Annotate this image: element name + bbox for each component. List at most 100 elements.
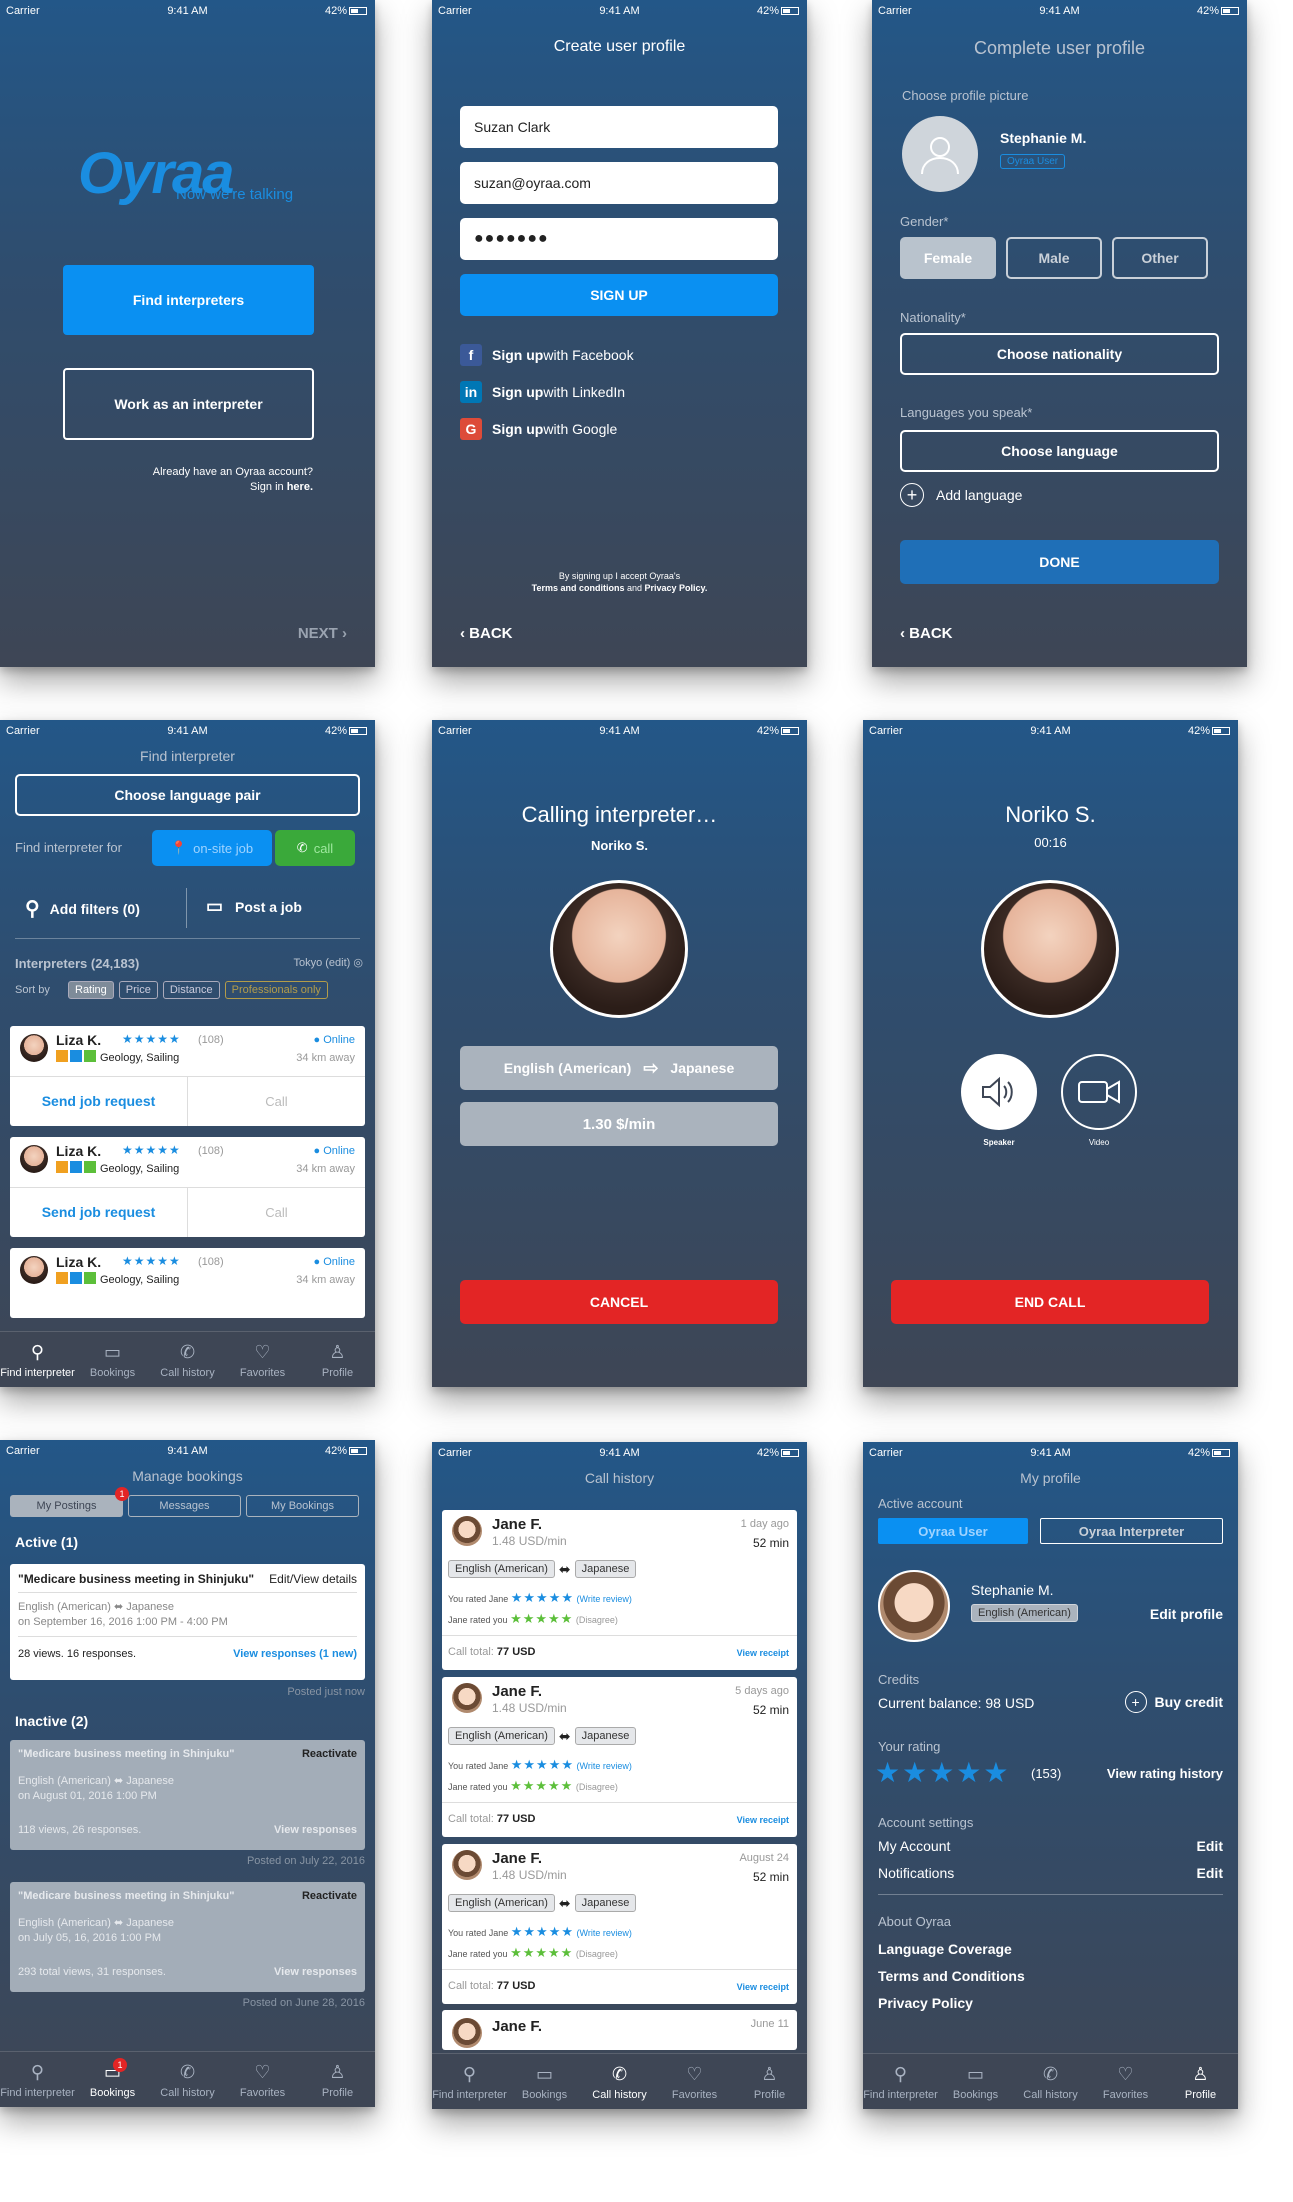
sort-distance[interactable]: Distance [162, 981, 220, 999]
tab-my-bookings[interactable]: My Bookings [246, 1495, 359, 1517]
add-language-button[interactable]: + Add language [900, 483, 1022, 507]
avatar[interactable] [878, 1570, 950, 1642]
tab-favorites[interactable]: ♡ Favorites [225, 1332, 300, 1387]
onsite-job-toggle[interactable]: 📍 on-site job [152, 830, 272, 866]
gender-female[interactable]: Female [900, 237, 996, 279]
facebook-signup[interactable]: f Sign up with Facebook [460, 344, 634, 366]
tab-call-history[interactable]: ✆ Call history [1013, 2054, 1088, 2109]
call-button[interactable]: Call [188, 1187, 365, 1237]
next-button[interactable]: NEXT › [298, 625, 347, 642]
view-receipt-link[interactable]: View receipt [737, 1648, 789, 1658]
edit-profile-link[interactable]: Edit profile [1150, 1606, 1223, 1622]
terms-link[interactable]: Terms and Conditions [878, 1968, 1025, 1984]
disagree-link[interactable]: (Disagree) [576, 1615, 618, 1625]
gender-other[interactable]: Other [1112, 237, 1208, 279]
call-toggle[interactable]: ✆ call [275, 830, 355, 866]
notifications-edit-link[interactable]: Edit [1197, 1865, 1223, 1881]
my-account-edit-link[interactable]: Edit [1197, 1838, 1223, 1854]
interpreter-card[interactable]: Liza K. ★★★★★ (108) ● Online Geology, Sa… [10, 1137, 365, 1237]
tab-messages[interactable]: Messages [128, 1495, 241, 1517]
tab-find-interpreter[interactable]: ⚲ Find interpreter [863, 2054, 938, 2109]
interpreter-card[interactable]: Liza K. ★★★★★ (108) ● Online Geology, Sa… [10, 1026, 365, 1126]
oyraa-interpreter-toggle[interactable]: Oyraa Interpreter [1040, 1518, 1223, 1544]
call-button[interactable]: Call [188, 1076, 365, 1126]
disagree-link[interactable]: (Disagree) [576, 1782, 618, 1792]
find-interpreters-button[interactable]: Find interpreters [63, 265, 314, 335]
tab-profile[interactable]: ♙ Profile [300, 1332, 375, 1387]
tab-call-history[interactable]: ✆ Call history [150, 1332, 225, 1387]
view-responses-link[interactable]: View responses [274, 1966, 357, 1978]
choose-language-button[interactable]: Choose language [900, 430, 1219, 472]
history-card[interactable]: Jane F. June 11 [442, 2010, 797, 2050]
send-job-request-button[interactable]: Send job request [10, 1076, 187, 1126]
history-card[interactable]: Jane F. 1.48 USD/min August 24 52 min Englis… [442, 1844, 797, 2004]
view-receipt-link[interactable]: View receipt [737, 1982, 789, 1992]
tab-favorites[interactable]: ♡ Favorites [225, 2052, 300, 2107]
done-button[interactable]: DONE [900, 540, 1219, 584]
tab-call-history[interactable]: ✆ Call history [150, 2052, 225, 2107]
add-filters-button[interactable]: ⚲ Add filters (0) [25, 896, 140, 921]
back-button[interactable]: ‹ BACK [460, 625, 513, 642]
tab-bookings[interactable]: ▭ Bookings [507, 2054, 582, 2109]
gender-male[interactable]: Male [1006, 237, 1102, 279]
tab-my-postings[interactable]: My Postings 1 [10, 1487, 129, 1517]
send-job-request-button[interactable]: Send job request [10, 1187, 187, 1237]
google-signup[interactable]: G Sign up with Google [460, 418, 617, 440]
sort-price[interactable]: Price [118, 981, 158, 999]
video-button[interactable] [1061, 1054, 1137, 1130]
tab-bookings[interactable]: ▭ Bookings [938, 2054, 1013, 2109]
interpreter-card[interactable]: Liza K. ★★★★★ (108) ● Online Geology, Sa… [10, 1248, 365, 1318]
disagree-link[interactable]: (Disagree) [576, 1949, 618, 1959]
tab-profile[interactable]: ♙ Profile [300, 2052, 375, 2107]
tab-call-history[interactable]: ✆ Call history [582, 2054, 657, 2109]
reactivate-button[interactable]: Reactivate [302, 1748, 357, 1760]
active-posting-card[interactable]: "Medicare business meeting in Shinjuku" … [10, 1564, 365, 1680]
profile-picture-placeholder[interactable] [902, 116, 978, 192]
tab-bookings[interactable]: ▭ Bookings 1 [75, 2052, 150, 2107]
tab-find-interpreter[interactable]: ⚲ Find interpreter [432, 2054, 507, 2109]
tab-favorites[interactable]: ♡ Favorites [1088, 2054, 1163, 2109]
work-as-interpreter-button[interactable]: Work as an interpreter [63, 368, 314, 440]
privacy-link[interactable]: Privacy Policy. [645, 583, 708, 593]
cancel-button[interactable]: CANCEL [460, 1280, 778, 1324]
write-review-link[interactable]: (Write review) [577, 1928, 632, 1938]
tab-favorites[interactable]: ♡ Favorites [657, 2054, 732, 2109]
post-job-button[interactable]: ▭ Post a job [206, 896, 302, 917]
history-card[interactable]: Jane F. 1.48 USD/min 5 days ago 52 min Engli… [442, 1677, 797, 1837]
view-receipt-link[interactable]: View receipt [737, 1815, 789, 1825]
choose-nationality-button[interactable]: Choose nationality [900, 333, 1219, 375]
language-coverage-link[interactable]: Language Coverage [878, 1941, 1012, 1957]
view-responses-link[interactable]: View responses [274, 1824, 357, 1836]
email-field[interactable]: suzan@oyraa.com [460, 162, 778, 204]
tab-find-interpreter[interactable]: ⚲ Find interpreter [0, 2052, 75, 2107]
privacy-policy-link[interactable]: Privacy Policy [878, 1995, 973, 2011]
back-button[interactable]: ‹ BACK [900, 625, 953, 642]
end-call-button[interactable]: END CALL [891, 1280, 1209, 1324]
buy-credit-button[interactable]: + Buy credit [1124, 1691, 1223, 1713]
sort-professionals[interactable]: Professionals only [224, 981, 328, 999]
history-card[interactable]: Jane F. 1.48 USD/min 1 day ago 52 min Englis… [442, 1510, 797, 1670]
sort-rating[interactable]: Rating [68, 981, 114, 999]
tab-find-interpreter[interactable]: ⚲ Find interpreter [0, 1332, 75, 1387]
view-responses-link[interactable]: View responses (1 new) [233, 1648, 357, 1660]
inactive-posting-card[interactable]: "Medicare business meeting in Shinjuku" … [10, 1882, 365, 1992]
linkedin-signup[interactable]: in Sign up with LinkedIn [460, 381, 625, 403]
inactive-posting-card[interactable]: "Medicare business meeting in Shinjuku" … [10, 1740, 365, 1850]
password-field[interactable]: ●●●●●●● [460, 218, 778, 260]
write-review-link[interactable]: (Write review) [577, 1761, 632, 1771]
tab-profile[interactable]: ♙ Profile [1163, 2054, 1238, 2109]
sign-in-link[interactable]: here. [287, 481, 313, 493]
terms-link[interactable]: Terms and conditions [532, 583, 625, 593]
location-edit[interactable]: Tokyo (edit) ◎ [293, 956, 363, 969]
tab-profile[interactable]: ♙ Profile [732, 2054, 807, 2109]
tab-bookings[interactable]: ▭ Bookings [75, 1332, 150, 1387]
speaker-button[interactable] [961, 1054, 1037, 1130]
oyraa-user-toggle[interactable]: Oyraa User [878, 1518, 1028, 1544]
edit-details-link[interactable]: Edit/View details [269, 1572, 357, 1586]
sign-up-button[interactable]: SIGN UP [460, 274, 778, 316]
view-rating-history-link[interactable]: View rating history [1107, 1766, 1223, 1781]
choose-language-pair-button[interactable]: Choose language pair [15, 774, 360, 816]
name-field[interactable]: Suzan Clark [460, 106, 778, 148]
write-review-link[interactable]: (Write review) [577, 1594, 632, 1604]
reactivate-button[interactable]: Reactivate [302, 1890, 357, 1902]
